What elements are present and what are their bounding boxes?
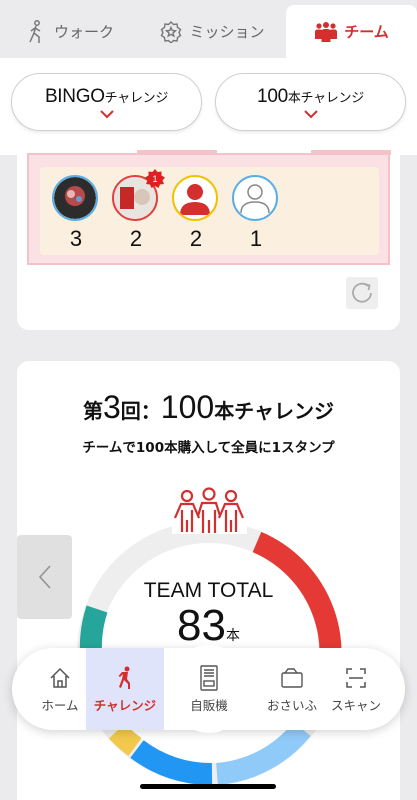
member-item[interactable]: 1 — [232, 175, 280, 252]
member-count: 3 — [69, 226, 83, 251]
ring-segment-blue — [130, 740, 213, 786]
bingo-challenge-dropdown[interactable]: BINGOチャレンジ — [11, 73, 202, 131]
tab-walk[interactable]: ウォーク — [0, 5, 138, 58]
chevron-down-icon — [303, 109, 318, 118]
tab-mission[interactable]: ミッション — [142, 5, 282, 58]
target-number: 100 — [160, 389, 215, 425]
hundred-challenge-card: 第3回：100本チャレンジ チームで100本購入して全員に1スタンプ TEAM … — [17, 361, 400, 800]
top-tab-bar: ウォーク ミッション チーム — [0, 0, 417, 58]
bingo-label-main: BINGO — [44, 85, 105, 107]
nav-wallet-label: おさいふ — [266, 698, 317, 713]
member-count: 1 — [249, 226, 263, 251]
title-suffix: 本チャレンジ — [214, 401, 334, 423]
nav-challenge[interactable]: チャレンジ — [86, 648, 164, 730]
badge-count: 1 — [152, 174, 157, 184]
scan-icon — [345, 664, 367, 692]
member-item[interactable]: 2 — [172, 175, 220, 252]
nav-home[interactable]: ホーム — [34, 648, 86, 730]
vending-machine-icon — [199, 664, 219, 692]
home-icon — [49, 664, 71, 692]
bingo-challenge-label: BINGOチャレンジ — [45, 86, 168, 108]
pink-tab-left — [137, 150, 217, 155]
member-list: 3 1 2 2 1 — [40, 167, 379, 255]
bottom-navigation: ホーム チャレンジ 自販機 おさいふ スキャン — [12, 645, 405, 733]
chevron-down-icon — [99, 109, 114, 118]
hundred-label-sub: 本チャレンジ — [287, 89, 364, 105]
member-count: 2 — [129, 226, 143, 251]
bingo-progress-panel: 3 1 2 2 1 — [17, 148, 400, 330]
tab-team-label: チーム — [344, 23, 389, 41]
notification-badge-icon: 1 — [145, 169, 165, 188]
runner-icon — [115, 664, 135, 692]
chevron-left-icon — [38, 565, 51, 589]
title-prefix: 第 — [83, 401, 103, 423]
tab-team[interactable]: チーム — [286, 5, 417, 58]
pink-tab-right — [311, 150, 391, 155]
challenge-title: 第3回：100本チャレンジ — [17, 389, 400, 426]
nav-home-label: ホーム — [41, 698, 79, 713]
team-icon — [314, 20, 338, 44]
nav-scan-label: スキャン — [330, 698, 381, 713]
previous-challenge-button[interactable] — [17, 535, 72, 619]
round-suffix: 回： — [120, 401, 161, 423]
team-total-label: TEAM TOTAL — [143, 579, 274, 602]
tab-walk-label: ウォーク — [53, 23, 114, 41]
challenge-selector-bar: BINGOチャレンジ 100本チャレンジ — [0, 58, 417, 155]
member-item[interactable]: 1 2 — [112, 169, 165, 252]
star-badge-icon — [159, 20, 183, 44]
refresh-button[interactable] — [346, 277, 378, 309]
nav-vending-label: 自販機 — [190, 698, 228, 713]
avatar — [52, 175, 98, 221]
bingo-label-sub: チャレンジ — [104, 89, 169, 105]
avatar — [172, 175, 218, 221]
challenge-subtitle: チームで100本購入して全員に1スタンプ — [82, 440, 335, 456]
home-indicator — [140, 784, 276, 789]
nav-challenge-label: チャレンジ — [93, 698, 157, 713]
nav-wallet[interactable]: おさいふ — [262, 648, 322, 730]
round-number: 3 — [103, 389, 121, 425]
tab-mission-label: ミッション — [189, 23, 265, 41]
walker-icon — [24, 19, 48, 44]
wallet-icon — [280, 664, 304, 692]
ring-segment-yellow — [108, 723, 142, 756]
team-total-value: 83本 — [17, 601, 400, 651]
member-item[interactable]: 3 — [52, 175, 100, 252]
team-total-unit: 本 — [225, 627, 240, 643]
hundred-label-main: 100 — [257, 85, 288, 107]
team-total-number: 83 — [177, 601, 226, 650]
team-member-box: 3 1 2 2 1 — [27, 150, 391, 265]
avatar — [232, 175, 278, 221]
team-people-icon — [172, 487, 247, 534]
hundred-challenge-dropdown[interactable]: 100本チャレンジ — [215, 73, 406, 131]
ring-segment-light-blue — [215, 721, 311, 785]
refresh-icon — [352, 282, 372, 303]
hundred-challenge-label: 100本チャレンジ — [257, 86, 364, 108]
nav-scan[interactable]: スキャン — [328, 648, 384, 730]
member-count: 2 — [189, 226, 203, 251]
nav-vending-machine[interactable]: 自販機 — [177, 648, 241, 730]
